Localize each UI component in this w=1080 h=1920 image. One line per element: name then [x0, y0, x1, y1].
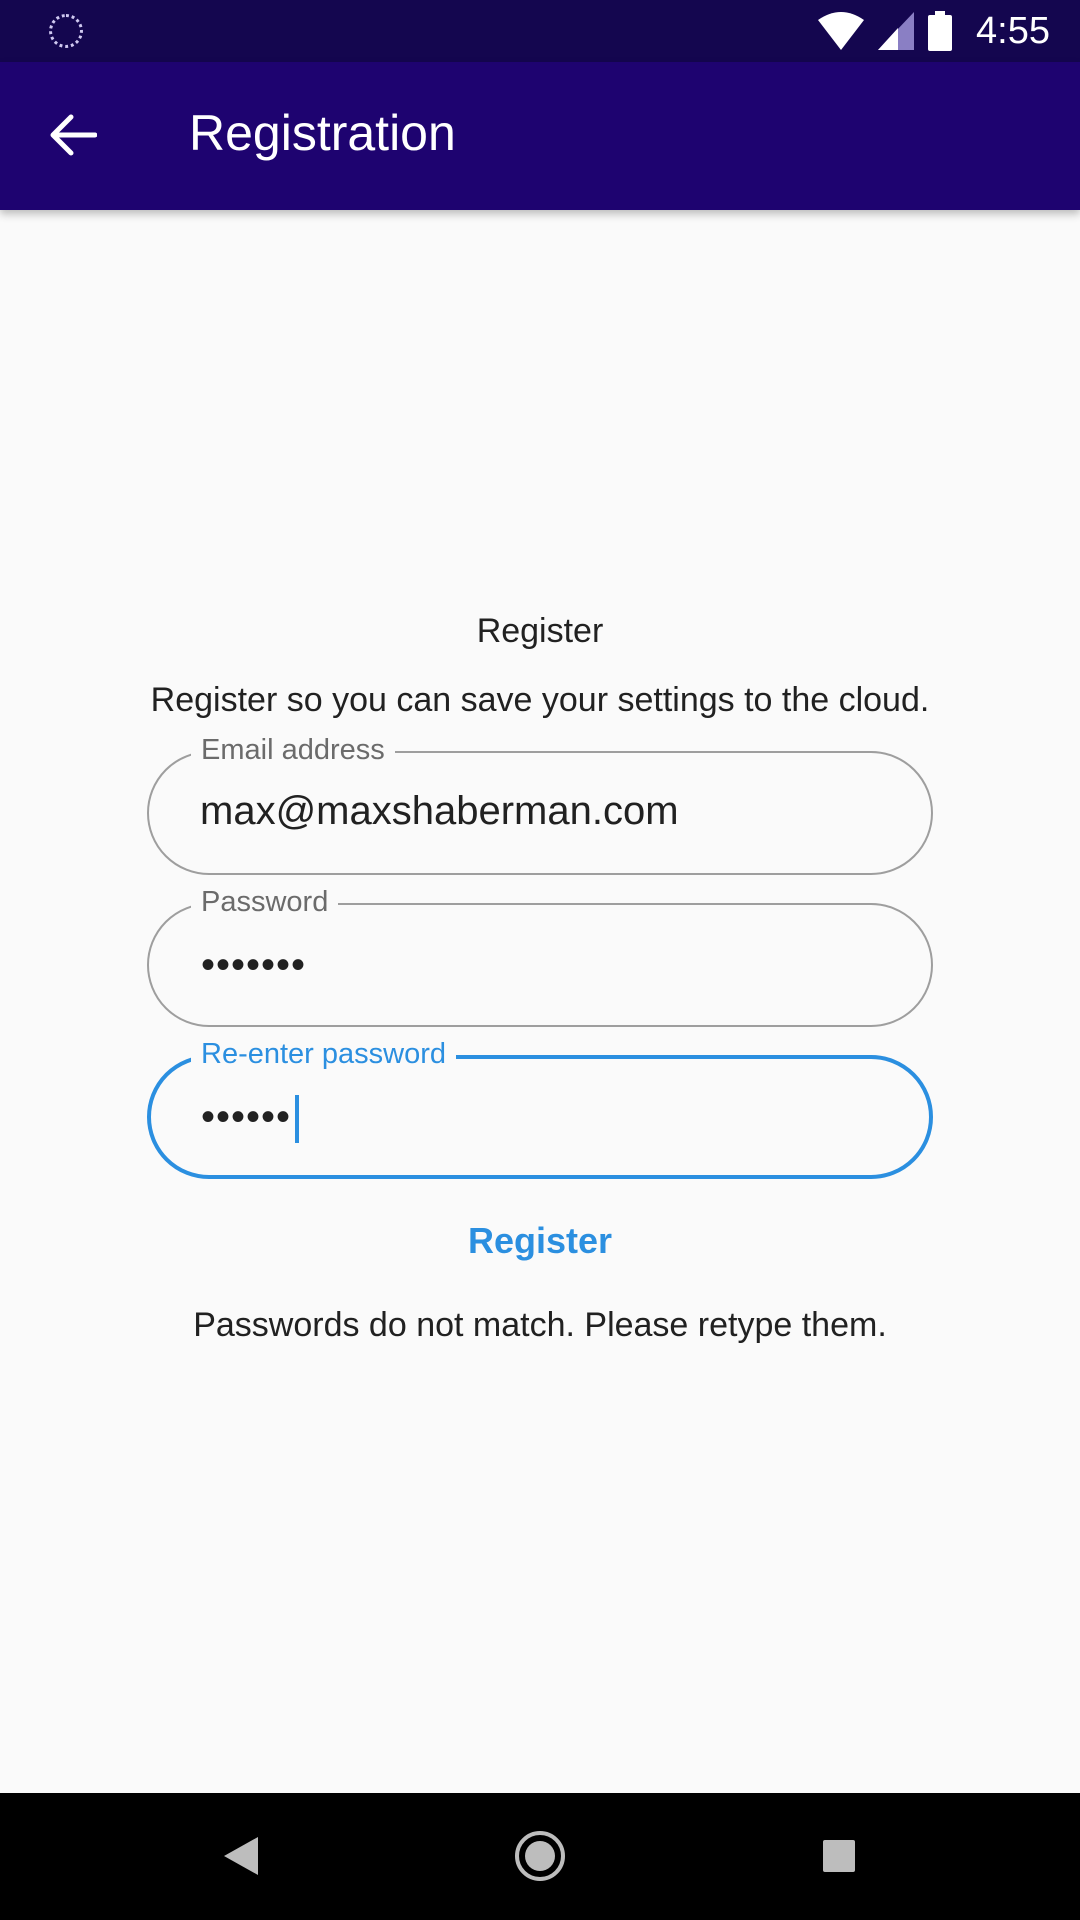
page-title: Registration: [189, 105, 456, 161]
status-icons: 4:55: [818, 10, 1050, 52]
triangle-back-icon: [224, 1837, 258, 1875]
error-message: Passwords do not match. Please retype th…: [193, 1306, 887, 1344]
arrow-back-icon: [50, 114, 97, 156]
reenter-password-field-value-wrap: ••••••: [201, 1095, 300, 1144]
reenter-password-field-label: Re-enter password: [191, 1037, 456, 1071]
back-button[interactable]: [40, 102, 106, 168]
password-field-label: Password: [191, 885, 339, 919]
navigation-bar: [0, 1793, 1080, 1920]
sync-indicator-icon: [49, 14, 83, 48]
password-field[interactable]: Password •••••••: [147, 885, 933, 1027]
register-button[interactable]: Register: [0, 1220, 1080, 1262]
form-heading: Register: [476, 612, 604, 650]
status-bar: 4:55: [0, 0, 1080, 62]
nav-home-button[interactable]: [507, 1823, 573, 1889]
nav-back-button[interactable]: [208, 1823, 274, 1889]
wifi-icon: [818, 12, 865, 50]
square-recents-icon: [823, 1840, 855, 1872]
email-field[interactable]: Email address max@maxshaberman.com: [147, 733, 933, 875]
reenter-password-field[interactable]: Re-enter password ••••••: [147, 1037, 933, 1179]
email-field-label: Email address: [191, 733, 395, 767]
reenter-password-field-value: ••••••: [201, 1095, 292, 1139]
nav-recents-button[interactable]: [806, 1823, 872, 1889]
text-cursor: [295, 1095, 300, 1144]
app-bar: Registration: [0, 62, 1080, 210]
circle-home-icon: [515, 1831, 565, 1881]
email-field-value: max@maxshaberman.com: [200, 789, 679, 833]
password-field-value: •••••••: [201, 943, 307, 987]
clock: 4:55: [976, 9, 1050, 52]
cell-signal-icon: [878, 12, 915, 50]
battery-icon: [928, 11, 953, 51]
form-subtitle: Register so you can save your settings t…: [150, 681, 930, 719]
